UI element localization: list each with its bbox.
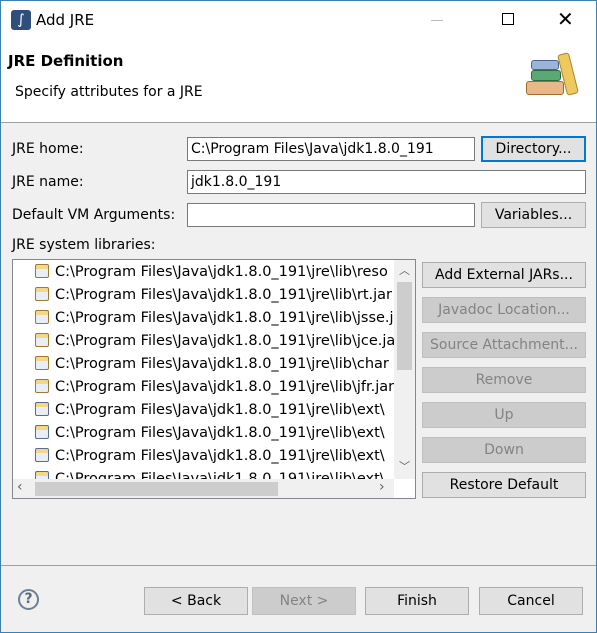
library-path: C:\Program Files\Java\jdk1.8.0_191\jre\l… xyxy=(55,425,385,441)
page-subtitle: Specify attributes for a JRE xyxy=(15,84,203,100)
close-button[interactable]: ✕ xyxy=(557,7,574,31)
jar-icon xyxy=(35,402,49,416)
library-path: C:\Program Files\Java\jdk1.8.0_191\jre\l… xyxy=(55,287,392,303)
library-button-add-external-jars[interactable]: Add External JARs... xyxy=(422,262,586,288)
jar-icon xyxy=(35,356,49,370)
minimize-button[interactable] xyxy=(431,20,443,21)
jar-icon xyxy=(35,310,49,324)
library-button-remove[interactable]: Remove xyxy=(422,367,586,393)
library-path: C:\Program Files\Java\jdk1.8.0_191\jre\l… xyxy=(55,356,389,372)
vm-args-input[interactable] xyxy=(187,203,475,227)
library-button-source-attachment[interactable]: Source Attachment... xyxy=(422,332,586,358)
wizard-header: JRE Definition Specify attributes for a … xyxy=(1,39,596,123)
scroll-down-arrow[interactable]: ﹀ xyxy=(399,458,410,474)
cancel-button[interactable]: Cancel xyxy=(479,587,583,615)
horizontal-scrollbar[interactable]: ‹ › xyxy=(13,479,394,498)
library-item[interactable]: C:\Program Files\Java\jdk1.8.0_191\jre\l… xyxy=(35,284,395,307)
jar-icon xyxy=(35,425,49,439)
jre-home-label: JRE home: xyxy=(12,141,84,157)
library-button-javadoc-location[interactable]: Javadoc Location... xyxy=(422,297,586,323)
library-path: C:\Program Files\Java\jdk1.8.0_191\jre\l… xyxy=(55,333,395,349)
scroll-thumb[interactable] xyxy=(397,282,412,370)
scroll-thumb-horizontal[interactable] xyxy=(35,482,278,496)
scroll-right-arrow[interactable]: › xyxy=(379,479,385,495)
jre-name-input[interactable]: jdk1.8.0_191 xyxy=(187,170,586,194)
library-item[interactable]: C:\Program Files\Java\jdk1.8.0_191\jre\l… xyxy=(35,422,395,445)
library-path: C:\Program Files\Java\jdk1.8.0_191\jre\l… xyxy=(55,264,388,280)
maximize-button[interactable] xyxy=(502,13,514,25)
window-title: Add JRE xyxy=(36,11,95,29)
next-button[interactable]: Next > xyxy=(252,587,356,615)
directory-button[interactable]: Directory... xyxy=(481,136,586,162)
library-item[interactable]: C:\Program Files\Java\jdk1.8.0_191\jre\l… xyxy=(35,261,395,284)
jre-name-label: JRE name: xyxy=(12,174,84,190)
library-item[interactable]: C:\Program Files\Java\jdk1.8.0_191\jre\l… xyxy=(35,445,395,468)
eclipse-app-icon: ∫ xyxy=(11,10,31,30)
library-item[interactable]: C:\Program Files\Java\jdk1.8.0_191\jre\l… xyxy=(35,399,395,422)
finish-button[interactable]: Finish xyxy=(365,587,469,615)
variables-button[interactable]: Variables... xyxy=(481,202,586,228)
jar-icon xyxy=(35,287,49,301)
libraries-list[interactable]: C:\Program Files\Java\jdk1.8.0_191\jre\l… xyxy=(12,259,416,499)
scroll-left-arrow[interactable]: ‹ xyxy=(17,479,23,495)
vertical-scrollbar[interactable]: ︿ ﹀ xyxy=(394,260,415,479)
scroll-up-arrow[interactable]: ︿ xyxy=(399,262,410,278)
library-item[interactable]: C:\Program Files\Java\jdk1.8.0_191\jre\l… xyxy=(35,330,395,353)
library-button-restore-default[interactable]: Restore Default xyxy=(422,472,586,498)
jar-icon xyxy=(35,379,49,393)
library-path: C:\Program Files\Java\jdk1.8.0_191\jre\l… xyxy=(55,379,395,395)
back-button[interactable]: < Back xyxy=(144,587,248,615)
library-path: C:\Program Files\Java\jdk1.8.0_191\jre\l… xyxy=(55,448,385,464)
jre-home-input[interactable]: C:\Program Files\Java\jdk1.8.0_191 xyxy=(187,137,475,161)
jar-icon xyxy=(35,333,49,347)
help-icon[interactable]: ? xyxy=(18,589,39,610)
library-button-up[interactable]: Up xyxy=(422,402,586,428)
title-bar: ∫ Add JRE ✕ xyxy=(1,1,596,39)
footer-separator xyxy=(1,565,596,566)
jar-icon xyxy=(35,448,49,462)
library-books-icon xyxy=(526,51,586,103)
library-item[interactable]: C:\Program Files\Java\jdk1.8.0_191\jre\l… xyxy=(35,307,395,330)
library-item[interactable]: C:\Program Files\Java\jdk1.8.0_191\jre\l… xyxy=(35,376,395,399)
library-button-down[interactable]: Down xyxy=(422,437,586,463)
add-jre-dialog: ∫ Add JRE ✕ JRE Definition Specify attri… xyxy=(0,0,597,633)
library-item[interactable]: C:\Program Files\Java\jdk1.8.0_191\jre\l… xyxy=(35,353,395,376)
libraries-label: JRE system libraries: xyxy=(12,237,156,253)
library-path: C:\Program Files\Java\jdk1.8.0_191\jre\l… xyxy=(55,402,385,418)
library-path: C:\Program Files\Java\jdk1.8.0_191\jre\l… xyxy=(55,310,395,326)
page-title: JRE Definition xyxy=(8,52,124,70)
vm-args-label: Default VM Arguments: xyxy=(12,207,176,223)
jar-icon xyxy=(35,264,49,278)
